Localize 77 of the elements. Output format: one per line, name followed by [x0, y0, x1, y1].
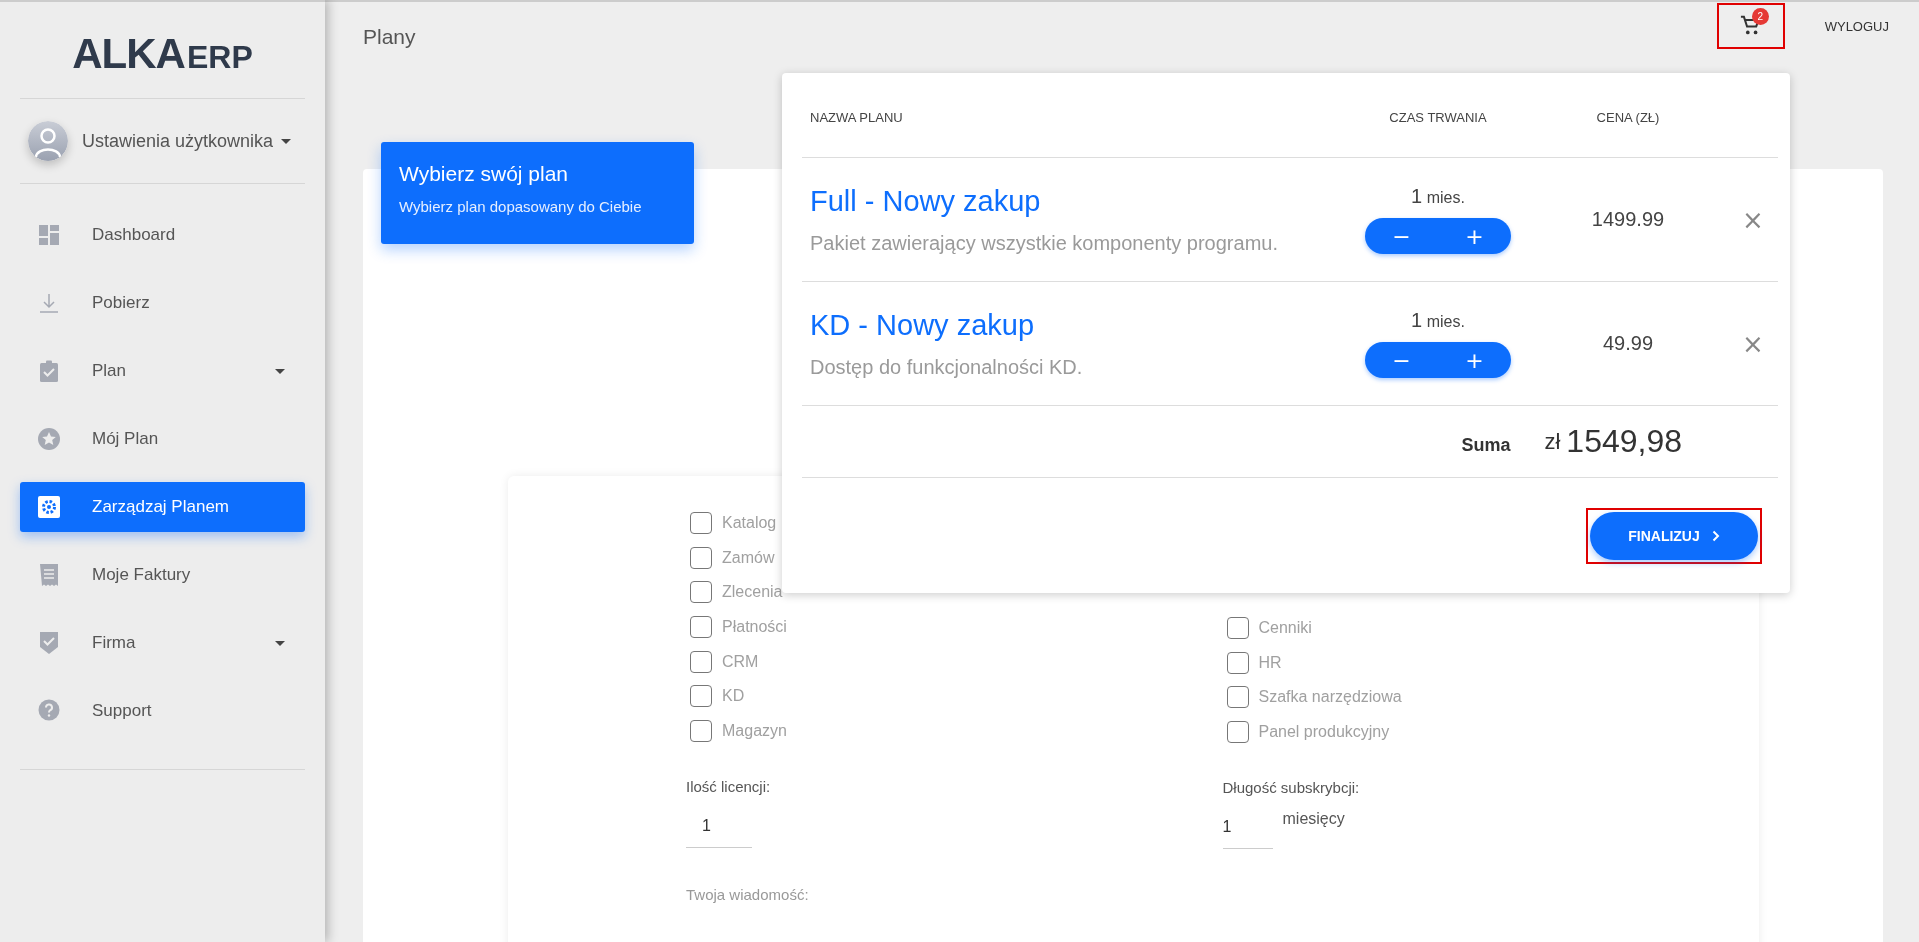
- sidebar-item[interactable]: Dashboard: [20, 210, 305, 260]
- increase-button[interactable]: +: [1438, 342, 1511, 378]
- avatar-icon[interactable]: [28, 121, 68, 161]
- checkbox[interactable]: [690, 616, 712, 639]
- checkbox-label: Płatności: [722, 618, 787, 637]
- sidebar-item[interactable]: Support: [20, 686, 305, 736]
- plan-name: KD - Nowy zakup: [810, 308, 1035, 342]
- receipt-icon: [37, 563, 61, 587]
- field-label: Twoja wiadomość:: [686, 886, 810, 904]
- plan-name: Full - Nowy zakup: [810, 184, 1042, 218]
- page-title: Plany: [363, 25, 417, 49]
- decrease-button[interactable]: −: [1365, 342, 1438, 378]
- gear-icon: [37, 495, 61, 519]
- caret-icon: [275, 640, 285, 646]
- cart-button[interactable]: 2: [1716, 3, 1785, 49]
- checkbox-label: Zlecenia: [722, 583, 783, 602]
- checkbox[interactable]: [690, 512, 712, 535]
- input-field[interactable]: 1: [686, 801, 752, 849]
- sidebar-item[interactable]: Pobierz: [20, 278, 305, 328]
- checkbox-label: HR: [1258, 653, 1282, 672]
- input-field[interactable]: 1: [1222, 802, 1273, 850]
- column-header: CENA (ZŁ): [1596, 109, 1660, 125]
- plan-description: Dostęp do funkcjonalności KD.: [810, 355, 1084, 379]
- price-text: 1499.99: [1591, 208, 1665, 231]
- duration-text: 1 mies.: [1411, 185, 1465, 208]
- download-icon: [37, 291, 61, 315]
- sidebar-item[interactable]: Zarządzaj Planem: [20, 482, 305, 532]
- total-label: Suma: [1461, 435, 1511, 456]
- checkbox-label: Katalog: [722, 514, 777, 533]
- remove-button[interactable]: ×: [1736, 327, 1770, 360]
- plan-description: Pakiet zawierający wszystkie komponenty programu.: [810, 231, 1279, 255]
- checkbox-label: Panel produkcyjny: [1258, 723, 1390, 742]
- decrease-button[interactable]: −: [1365, 218, 1438, 254]
- unit-label: miesięcy: [1282, 810, 1345, 829]
- checkbox-label: Magazyn: [722, 721, 787, 740]
- banner-title: Wybierz swój plan: [399, 162, 570, 186]
- column-header: CZAS TRWANIA: [1389, 109, 1487, 125]
- help-icon: [37, 699, 61, 723]
- increase-button[interactable]: +: [1438, 218, 1511, 254]
- currency-text: zł: [1544, 428, 1561, 455]
- checkbox[interactable]: [690, 546, 712, 569]
- chevron-icon: [1711, 530, 1720, 542]
- sidebar-item[interactable]: Firma: [20, 618, 305, 668]
- cart-count-badge: 2: [1751, 8, 1769, 25]
- price-text: 49.99: [1602, 332, 1654, 355]
- remove-button[interactable]: ×: [1736, 203, 1770, 236]
- caret-icon: [275, 368, 285, 374]
- shield-icon: [37, 631, 61, 655]
- dashboard-icon: [37, 223, 61, 247]
- sidebar-item[interactable]: Mój Plan: [20, 414, 305, 464]
- total-amount: 1549,98: [1566, 423, 1682, 460]
- checkbox[interactable]: [1226, 721, 1249, 744]
- field-label: Długość subskrybcji:: [1222, 779, 1361, 797]
- logout-link[interactable]: WYLOGUJ: [1824, 18, 1889, 34]
- checkbox-label: CRM: [722, 652, 759, 671]
- checkbox-label: Zamów: [722, 548, 775, 567]
- checkbox-label: Szafka narzędziowa: [1258, 688, 1402, 707]
- checkbox[interactable]: [690, 719, 712, 742]
- checkbox-label: Cenniki: [1258, 619, 1312, 638]
- finalize-button[interactable]: FINALIZUJ: [1590, 512, 1758, 560]
- field-label: Ilość licencji:: [686, 778, 772, 796]
- checkbox[interactable]: [690, 650, 712, 673]
- logo: ALKAERP: [72, 32, 253, 76]
- sidebar-item[interactable]: Plan: [20, 346, 305, 396]
- checkbox-label: KD: [722, 687, 745, 706]
- checkbox[interactable]: [690, 581, 712, 604]
- caret-icon: [281, 138, 292, 144]
- checkbox[interactable]: [690, 685, 712, 708]
- checkbox[interactable]: [1226, 617, 1249, 640]
- checkbox[interactable]: [1226, 651, 1249, 674]
- sidebar-item[interactable]: Moje Faktury: [20, 550, 305, 600]
- clipboard-icon: [37, 359, 61, 383]
- user-settings-dropdown[interactable]: Ustawienia użytkownika: [82, 130, 292, 152]
- duration-text: 1 mies.: [1411, 309, 1465, 332]
- banner-subtitle: Wybierz plan dopasowany do Ciebie: [399, 198, 643, 215]
- column-header: NAZWA PLANU: [809, 109, 904, 125]
- checkbox[interactable]: [1226, 686, 1249, 709]
